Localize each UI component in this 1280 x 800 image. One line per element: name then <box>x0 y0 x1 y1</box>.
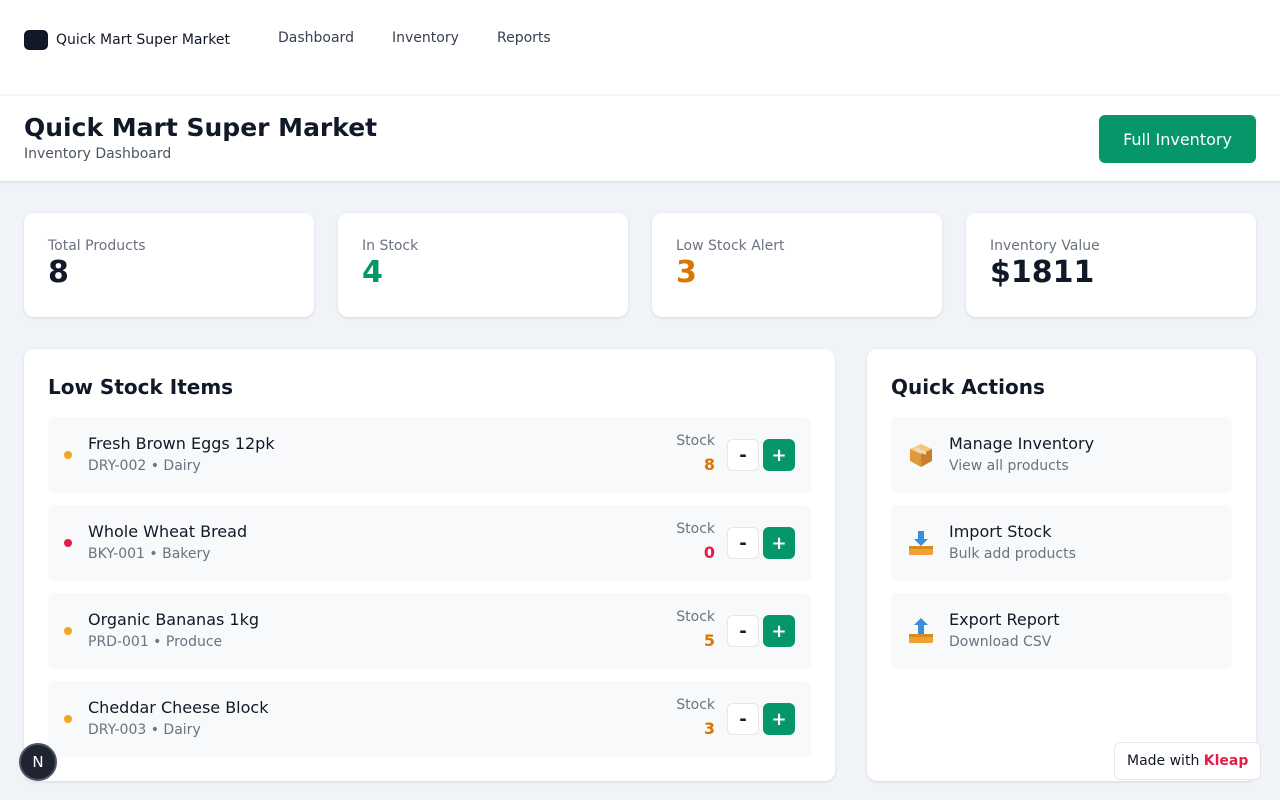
action-title: Export Report <box>949 610 1060 629</box>
nav-link-dashboard[interactable]: Dashboard <box>278 30 354 46</box>
status-dot-icon <box>64 715 72 723</box>
increase-stock-button[interactable]: + <box>763 439 795 471</box>
decrease-stock-button[interactable]: - <box>727 527 759 559</box>
item-name: Fresh Brown Eggs 12pk <box>88 434 275 453</box>
brand-logo-icon <box>24 30 48 50</box>
stock-value: 8 <box>703 455 715 474</box>
increase-stock-button[interactable]: + <box>763 615 795 647</box>
action-import-stock[interactable]: Import Stock Bulk add products <box>891 505 1232 581</box>
nav-link-reports[interactable]: Reports <box>497 30 551 46</box>
item-name: Cheddar Cheese Block <box>88 698 269 717</box>
action-subtitle: View all products <box>949 458 1069 474</box>
stat-card-inventory-value: Inventory Value $1811 <box>966 213 1256 317</box>
outbox-tray-icon <box>909 618 933 643</box>
nav-link-inventory[interactable]: Inventory <box>392 30 459 46</box>
stock-value: 5 <box>703 631 715 650</box>
stat-card-total-products: Total Products 8 <box>24 213 314 317</box>
made-with-text: Made with <box>1127 753 1200 769</box>
stock-value: 0 <box>703 543 715 562</box>
stat-value: 8 <box>48 255 69 290</box>
quick-actions-panel: Quick Actions Manage Inventory View all … <box>867 349 1256 781</box>
action-title: Import Stock <box>949 522 1052 541</box>
made-with-brand: Kleap <box>1203 753 1249 769</box>
low-stock-item: Fresh Brown Eggs 12pk DRY-002 • Dairy St… <box>48 417 811 493</box>
stock-label: Stock <box>676 609 715 625</box>
stat-value: $1811 <box>990 255 1095 290</box>
stock-label: Stock <box>676 521 715 537</box>
brand-name: Quick Mart Super Market <box>56 32 230 48</box>
n-badge-icon[interactable]: N <box>19 743 57 781</box>
decrease-stock-button[interactable]: - <box>727 615 759 647</box>
package-icon <box>910 444 932 467</box>
stat-label: In Stock <box>362 238 419 254</box>
full-inventory-button[interactable]: Full Inventory <box>1099 115 1256 163</box>
stock-label: Stock <box>676 433 715 449</box>
top-nav: Quick Mart Super Market Dashboard Invent… <box>0 0 1280 95</box>
item-meta: DRY-003 • Dairy <box>88 722 201 738</box>
increase-stock-button[interactable]: + <box>763 527 795 559</box>
panel-title: Low Stock Items <box>48 375 234 399</box>
page-subtitle: Inventory Dashboard <box>24 146 172 162</box>
item-meta: BKY-001 • Bakery <box>88 546 211 562</box>
action-title: Manage Inventory <box>949 434 1095 453</box>
brand[interactable]: Quick Mart Super Market <box>24 30 230 50</box>
low-stock-item: Cheddar Cheese Block DRY-003 • Dairy Sto… <box>48 681 811 757</box>
page-title: Quick Mart Super Market <box>24 113 378 142</box>
page-header: Quick Mart Super Market Inventory Dashbo… <box>0 95 1280 181</box>
inbox-tray-icon <box>909 531 933 555</box>
decrease-stock-button[interactable]: - <box>727 439 759 471</box>
stat-value: 4 <box>362 255 383 290</box>
status-dot-icon <box>64 451 72 459</box>
stat-value: 3 <box>676 255 697 290</box>
stat-label: Inventory Value <box>990 238 1100 254</box>
item-name: Organic Bananas 1kg <box>88 610 260 629</box>
stat-card-low-stock-alert: Low Stock Alert 3 <box>652 213 942 317</box>
decrease-stock-button[interactable]: - <box>727 703 759 735</box>
item-name: Whole Wheat Bread <box>88 522 248 541</box>
status-dot-icon <box>64 627 72 635</box>
stock-label: Stock <box>676 697 715 713</box>
action-manage-inventory[interactable]: Manage Inventory View all products <box>891 417 1232 493</box>
increase-stock-button[interactable]: + <box>763 703 795 735</box>
item-meta: PRD-001 • Produce <box>88 634 223 650</box>
stat-label: Low Stock Alert <box>676 238 785 254</box>
stock-value: 3 <box>703 719 715 738</box>
item-meta: DRY-002 • Dairy <box>88 458 201 474</box>
action-export-report[interactable]: Export Report Download CSV <box>891 593 1232 669</box>
status-dot-icon <box>64 539 72 547</box>
action-subtitle: Bulk add products <box>949 546 1076 562</box>
stat-card-in-stock: In Stock 4 <box>338 213 628 317</box>
action-subtitle: Download CSV <box>949 634 1052 650</box>
made-with-badge[interactable]: Made with Kleap <box>1114 742 1261 780</box>
low-stock-item: Whole Wheat Bread BKY-001 • Bakery Stock… <box>48 505 811 581</box>
stat-label: Total Products <box>48 238 146 254</box>
panel-title: Quick Actions <box>891 375 1045 399</box>
low-stock-item: Organic Bananas 1kg PRD-001 • Produce St… <box>48 593 811 669</box>
low-stock-panel: Low Stock Items Fresh Brown Eggs 12pk DR… <box>24 349 835 781</box>
